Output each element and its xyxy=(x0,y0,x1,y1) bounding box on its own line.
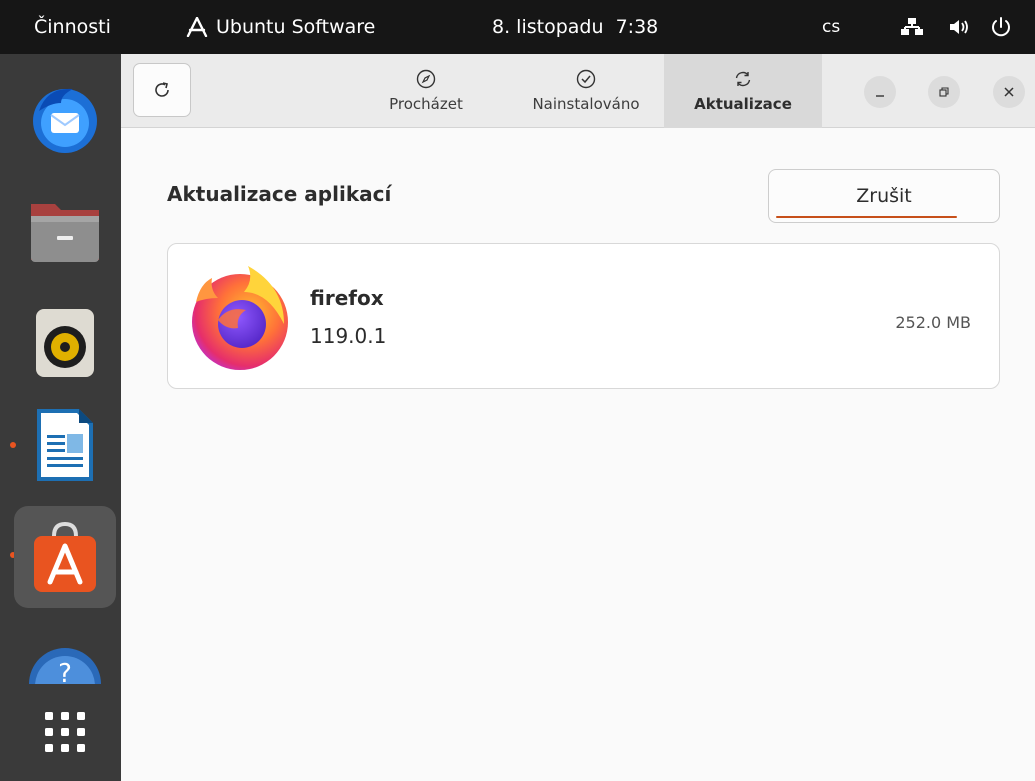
app-grid-icon xyxy=(45,712,85,752)
software-window: Procházet Nainstalováno Aktualizace Aktu… xyxy=(121,54,1035,781)
firefox-icon xyxy=(192,266,288,370)
restore-icon xyxy=(939,87,949,97)
app-menu-label: Ubuntu Software xyxy=(216,16,376,38)
help-icon: ? xyxy=(29,648,101,684)
header-bar: Procházet Nainstalováno Aktualizace xyxy=(121,54,1035,128)
svg-text:?: ? xyxy=(58,659,72,684)
language-indicator[interactable]: cs xyxy=(822,0,840,54)
dock-item-writer[interactable] xyxy=(14,394,116,496)
tab-browse[interactable]: Procházet xyxy=(371,54,481,128)
minimize-button[interactable] xyxy=(864,76,896,108)
volume-icon[interactable] xyxy=(948,0,972,54)
app-download-size: 252.0 MB xyxy=(895,313,971,332)
close-icon xyxy=(1004,87,1014,97)
refresh-icon xyxy=(155,82,169,97)
dock-item-rhythmbox[interactable] xyxy=(14,292,116,394)
app-menu[interactable]: Ubuntu Software xyxy=(186,0,375,54)
minimize-icon xyxy=(876,95,884,97)
update-list-item[interactable]: firefox 119.0.1 252.0 MB xyxy=(167,243,1000,389)
rhythmbox-icon xyxy=(36,309,94,377)
dock-item-files[interactable] xyxy=(14,180,116,282)
refresh-icon xyxy=(735,71,751,87)
top-bar: Činnosti Ubuntu Software 8. listopadu 7:… xyxy=(0,0,1035,54)
tab-installed-label: Nainstalováno xyxy=(532,95,640,113)
tab-browse-label: Procházet xyxy=(389,95,463,113)
check-circle-icon xyxy=(576,69,596,89)
section-title: Aktualizace aplikací xyxy=(167,182,392,206)
software-icon xyxy=(34,521,96,592)
compass-icon xyxy=(416,69,436,89)
files-icon xyxy=(31,204,99,262)
activities-button[interactable]: Činnosti xyxy=(34,0,111,54)
update-progress-bar xyxy=(776,216,957,218)
cancel-button-label: Zrušit xyxy=(856,185,912,207)
app-name: firefox xyxy=(310,286,384,310)
writer-icon xyxy=(37,409,93,481)
ubuntu-software-icon xyxy=(186,17,208,37)
dock-item-thunderbird[interactable] xyxy=(14,68,116,170)
thunderbird-icon xyxy=(33,88,97,153)
app-version: 119.0.1 xyxy=(310,324,387,348)
dock-item-show-applications[interactable] xyxy=(14,694,116,770)
dock: ? xyxy=(0,54,121,781)
network-icon[interactable] xyxy=(900,0,924,54)
close-button[interactable] xyxy=(993,76,1025,108)
cancel-button[interactable]: Zrušit xyxy=(768,169,1000,223)
maximize-button[interactable] xyxy=(928,76,960,108)
power-icon[interactable] xyxy=(990,0,1012,54)
clock[interactable]: 8. listopadu 7:38 xyxy=(492,0,658,54)
tab-updates[interactable]: Aktualizace xyxy=(664,54,822,128)
dock-item-ubuntu-software[interactable] xyxy=(14,506,116,608)
tab-installed[interactable]: Nainstalováno xyxy=(511,54,661,128)
dock-item-help[interactable]: ? xyxy=(14,614,116,684)
refresh-button[interactable] xyxy=(133,63,191,117)
tab-updates-label: Aktualizace xyxy=(694,95,792,113)
